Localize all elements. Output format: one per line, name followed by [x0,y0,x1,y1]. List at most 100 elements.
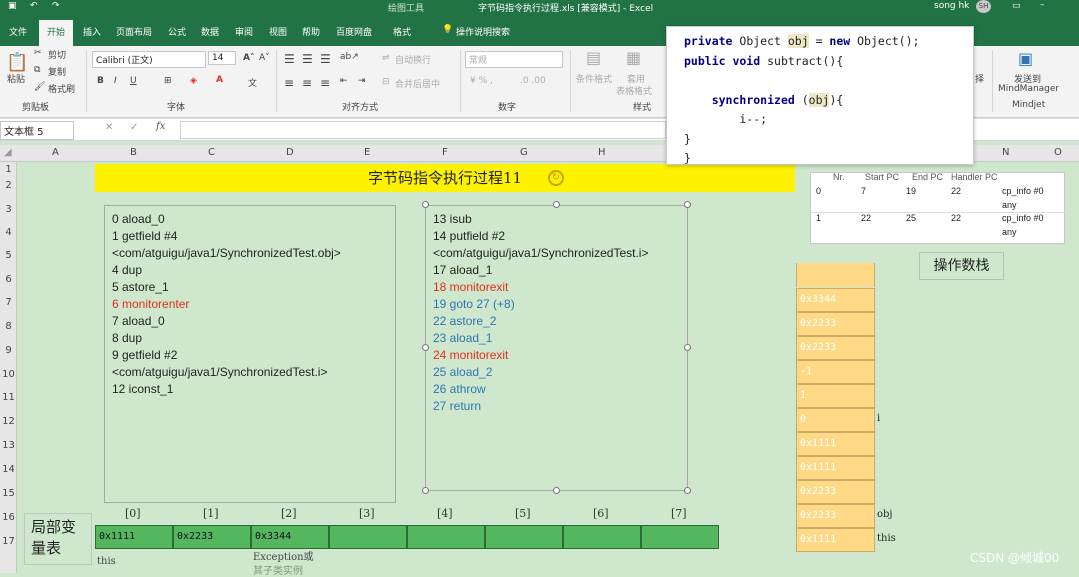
bold-icon[interactable]: B [97,76,104,86]
resize-handle[interactable] [684,344,691,351]
resize-handle[interactable] [422,344,429,351]
currency-icon[interactable]: ¥ % , [470,76,493,86]
orientation-icon[interactable]: ab↗ [340,52,359,62]
avatar[interactable]: SH [976,0,991,13]
row-header[interactable]: 15 [0,488,17,499]
column-header[interactable]: E [364,147,370,158]
row-header[interactable]: 8 [0,321,17,332]
rotate-handle-icon[interactable]: ↻ [548,170,564,186]
borders-icon[interactable]: ⊞ [164,76,172,86]
name-box[interactable]: 文本框 5 [0,121,74,140]
tab-file[interactable]: 文件 [7,20,29,46]
wrap-text-button[interactable]: 自动换行 [395,53,431,66]
resize-handle[interactable] [684,487,691,494]
tab-home[interactable]: 开始 [39,20,74,46]
merge-center-button[interactable]: 合并后居中 [395,77,440,90]
resize-handle[interactable] [553,201,560,208]
decrease-font-icon[interactable]: A˅ [259,53,270,63]
row-header[interactable]: 7 [0,297,17,308]
phonetic-icon[interactable]: 文 [248,76,257,89]
minimize-icon[interactable]: – [1040,0,1045,10]
table-format-button-2[interactable]: 表格格式 [616,84,652,97]
resize-handle[interactable] [553,487,560,494]
resize-handle[interactable] [684,201,691,208]
table-format-icon[interactable]: ▦ [626,48,641,67]
conditional-format-icon[interactable]: ▤ [586,48,601,67]
paste-button[interactable]: 粘贴 [7,72,25,85]
conditional-format-button[interactable]: 条件格式 [576,72,612,85]
wrap-text-icon[interactable]: ⇌ [382,53,390,63]
format-painter-icon[interactable]: 🖌 [34,82,45,92]
cancel-icon[interactable]: ✕ [105,122,113,133]
cut-button[interactable]: 剪切 [48,48,66,61]
select-button[interactable]: 择 [975,72,984,85]
select-all-icon[interactable]: ◢ [4,147,12,158]
row-header[interactable]: 12 [0,416,17,427]
paste-icon[interactable]: 📋 [6,52,28,73]
merge-center-icon[interactable]: ⊟ [382,77,390,87]
row-header[interactable]: 4 [0,227,17,238]
column-header[interactable]: O [1054,147,1062,158]
restore-icon[interactable]: ▭ [1012,1,1021,11]
row-header[interactable]: 2 [0,180,17,191]
copy-icon[interactable]: ⧉ [34,65,40,75]
tab-page-layout[interactable]: 页面布局 [114,20,154,46]
font-color-icon[interactable]: A [216,75,223,85]
row-header[interactable]: 11 [0,392,17,403]
tab-review[interactable]: 审阅 [233,20,255,46]
tab-help[interactable]: 帮助 [300,20,322,46]
column-header[interactable]: C [208,147,215,158]
row-header[interactable]: 13 [0,440,17,451]
bytecode-box-right[interactable]: 13 isub 14 putfield #2 <com/atguigu/java… [425,205,688,491]
column-header[interactable]: H [598,147,606,158]
save-icon[interactable]: ▣ [8,1,17,11]
column-header[interactable]: N [1002,147,1009,158]
row-header[interactable]: 6 [0,274,17,285]
enter-icon[interactable]: ✓ [130,122,138,133]
row-header[interactable]: 14 [0,464,17,475]
tab-format[interactable]: 格式 [391,20,413,46]
tab-insert[interactable]: 插入 [81,20,103,46]
row-header[interactable]: 5 [0,250,17,261]
row-header[interactable]: 16 [0,512,17,523]
format-painter-button[interactable]: 格式刷 [48,82,75,95]
bytecode-box-left[interactable]: 0 aload_0 1 getfield #4 <com/atguigu/jav… [104,205,396,503]
align-right-icon[interactable]: ≡ [320,76,330,90]
cut-icon[interactable]: ✂ [34,48,42,58]
tab-data[interactable]: 数据 [199,20,221,46]
row-header[interactable]: 3 [0,204,17,215]
align-left-icon[interactable]: ≡ [284,76,294,90]
align-bottom-icon[interactable]: ☰ [320,52,331,66]
column-header[interactable]: D [286,147,294,158]
insert-function-icon[interactable]: fx [156,121,165,132]
row-header[interactable]: 17 [0,536,17,547]
font-size-select[interactable]: 14 [208,51,236,65]
tab-formulas[interactable]: 公式 [166,20,188,46]
row-header[interactable]: 9 [0,345,17,356]
font-name-select[interactable]: Calibri (正文) [92,51,206,68]
italic-icon[interactable]: I [114,76,117,86]
decrease-indent-icon[interactable]: ⇤ [340,76,348,86]
number-format-select[interactable]: 常规 [465,51,563,68]
align-top-icon[interactable]: ☰ [284,52,295,66]
align-center-icon[interactable]: ≡ [302,76,312,90]
increase-indent-icon[interactable]: ⇥ [358,76,366,86]
decimal-icon[interactable]: .0 .00 [520,76,546,86]
mindmanager-icon[interactable]: ▣ [1018,49,1033,68]
resize-handle[interactable] [422,201,429,208]
column-header[interactable]: B [130,147,137,158]
increase-font-icon[interactable]: A˄ [243,53,254,63]
redo-icon[interactable]: ↷ [52,1,60,11]
mindmanager-button[interactable]: MindManager [998,84,1059,94]
column-header[interactable]: F [442,147,448,158]
fill-color-icon[interactable]: ◈ [190,76,197,86]
column-header[interactable]: G [520,147,528,158]
column-header[interactable]: A [52,147,59,158]
formula-input[interactable] [180,121,666,139]
row-header[interactable]: 10 [0,369,17,380]
tab-view[interactable]: 视图 [267,20,289,46]
tell-me-search[interactable]: 操作说明搜索 [454,20,512,46]
underline-icon[interactable]: U [130,76,137,86]
tab-baidu-netdisk[interactable]: 百度网盘 [334,20,374,46]
undo-icon[interactable]: ↶ [30,1,38,11]
